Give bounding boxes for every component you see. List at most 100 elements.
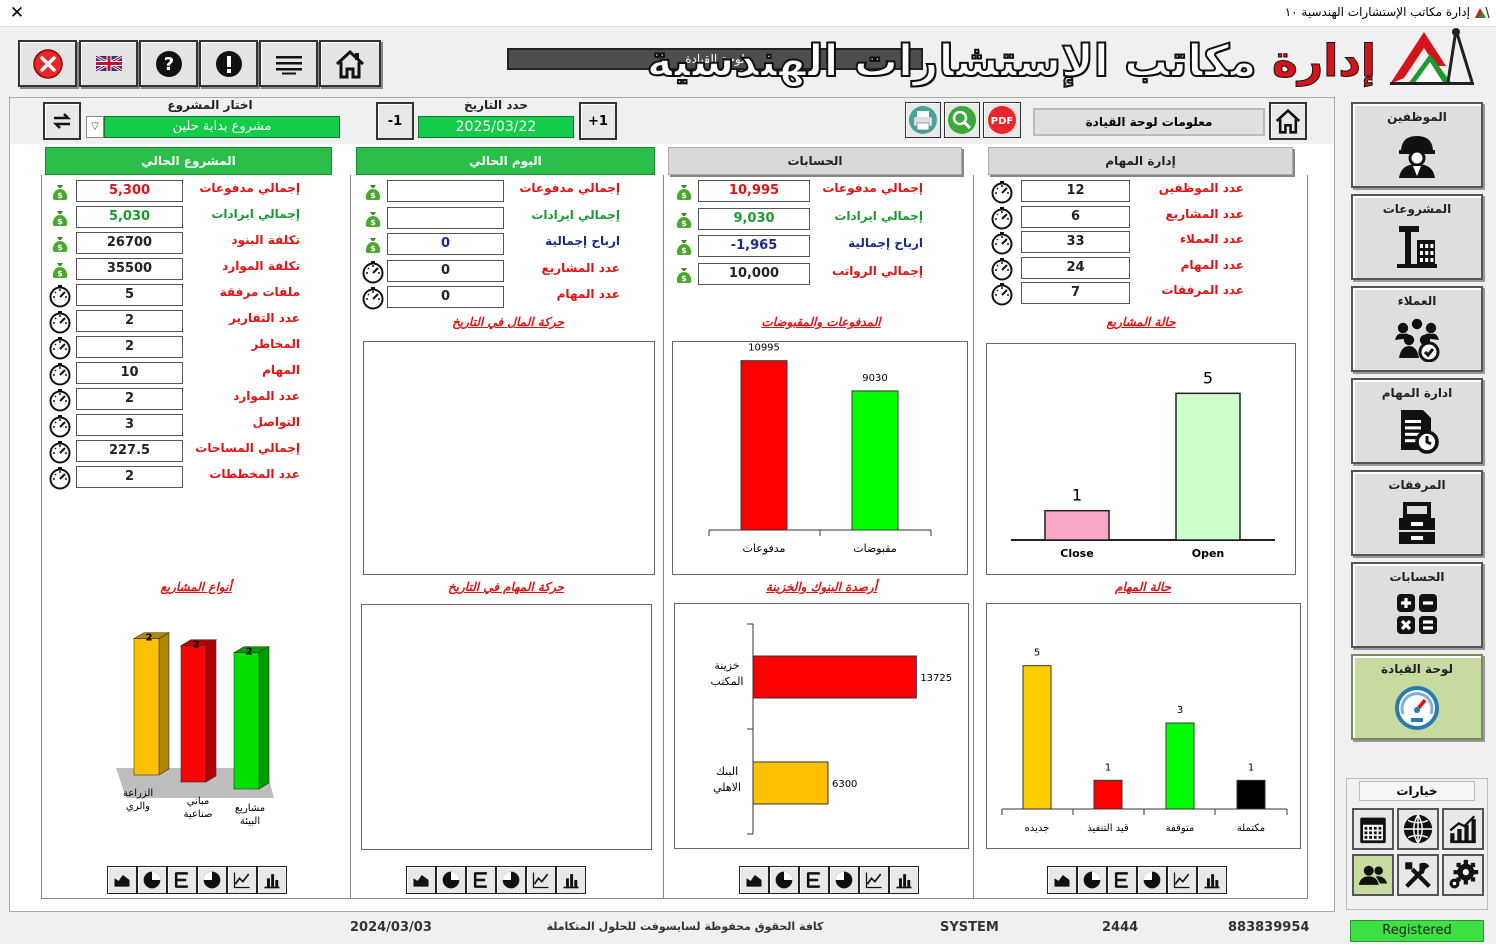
list-chart-button[interactable] (1107, 866, 1137, 894)
question-icon: ? (155, 50, 182, 77)
bar-chart-icon (563, 874, 579, 889)
pie-chart-button[interactable] (1077, 866, 1107, 894)
print-button[interactable] (905, 102, 941, 138)
project-select[interactable]: مشروع بداية حلين (104, 116, 340, 138)
nav-inbox-tray[interactable]: المرفقات (1351, 470, 1483, 556)
donut-chart-button[interactable] (197, 866, 227, 894)
metric-label: إجمالي الرواتب (831, 263, 923, 278)
date-field[interactable]: 2025/03/22 (418, 116, 574, 138)
printer-icon (909, 106, 937, 134)
bar-chart-icon (1204, 874, 1220, 889)
svg-text:$: $ (57, 191, 63, 200)
bar (752, 761, 829, 805)
pdf-button[interactable]: PDF (983, 102, 1021, 138)
area-chart-button[interactable] (739, 866, 769, 894)
nav-construction[interactable]: المشروعات (1351, 194, 1483, 280)
pie-chart-button[interactable] (137, 866, 167, 894)
nav-engineer[interactable]: الموظفين (1351, 102, 1483, 188)
metric-label: عدد الموظفين (1158, 181, 1244, 195)
donut-chart-button[interactable] (829, 866, 859, 894)
gauge-icon (49, 363, 71, 386)
current-project-header: المشروع الحالي (45, 147, 332, 175)
svg-text:$: $ (370, 218, 376, 227)
footer-code: 2444 (1102, 920, 1139, 935)
area-chart-icon (114, 875, 130, 887)
donut-chart-button[interactable] (496, 866, 526, 894)
chart-type-toolbar (406, 866, 586, 894)
area-chart-button[interactable] (406, 866, 436, 894)
gauge-icon (49, 389, 71, 412)
line-chart-button[interactable] (859, 866, 889, 894)
clients-icon (1393, 314, 1441, 363)
pie-chart-icon (442, 871, 460, 889)
app-logo-text: إدارة مكاتب الإستشارات الهندسية (646, 32, 1377, 94)
list-chart-button[interactable] (167, 866, 197, 894)
money-bag-icon: $ (361, 233, 385, 257)
date-minus-button[interactable]: -1 (376, 102, 414, 140)
bar (1022, 665, 1052, 810)
calendar-button[interactable] (1352, 808, 1394, 850)
bar-chart-button[interactable] (257, 866, 287, 894)
gauge-icon (362, 287, 384, 310)
area-chart-button[interactable] (107, 866, 137, 894)
line-chart-button[interactable] (227, 866, 257, 894)
gauge-icon (990, 231, 1014, 255)
svg-text:$: $ (57, 269, 63, 278)
bar-chart-button[interactable] (1197, 866, 1227, 894)
list-chart-button[interactable] (466, 866, 496, 894)
metric-value: 0 (387, 233, 504, 255)
nav-task-doc[interactable]: ادارة المهام (1351, 378, 1483, 464)
about-button[interactable] (199, 40, 258, 87)
line-chart-button[interactable] (526, 866, 556, 894)
metric-value: 26700 (76, 232, 183, 254)
tools-button[interactable] (1397, 854, 1439, 896)
app-logo-small-icon (1475, 6, 1490, 19)
nav-calculator[interactable]: الحسابات (1351, 562, 1483, 648)
svg-text:$: $ (57, 217, 63, 226)
list-chart-button[interactable] (799, 866, 829, 894)
area-chart-button[interactable] (1047, 866, 1077, 894)
gauge-icon (49, 441, 71, 464)
refresh-button[interactable] (43, 102, 81, 140)
calculator-icon (1393, 590, 1441, 638)
area-chart-icon (413, 875, 429, 887)
pdf-icon: PDF (988, 106, 1016, 134)
help-button[interactable]: ? (139, 40, 198, 87)
metric-label: عدد العملاء (1179, 232, 1244, 246)
bar-chart-button[interactable] (889, 866, 919, 894)
dashboard-home-button[interactable] (1269, 102, 1307, 140)
menu-button[interactable] (259, 40, 318, 87)
engineer-icon (1399, 136, 1435, 178)
search-button[interactable] (944, 102, 980, 138)
money-bag-icon: $ (672, 235, 696, 259)
pie-chart-icon (1083, 871, 1101, 889)
nav-clients[interactable]: العملاء (1351, 286, 1483, 372)
language-button[interactable] (79, 40, 138, 87)
tools-icon (1405, 862, 1431, 888)
window-close-icon[interactable]: ✕ (8, 3, 26, 23)
settings-button[interactable] (1442, 854, 1484, 896)
task-movement-chart (361, 604, 652, 850)
exit-button[interactable] (18, 40, 77, 87)
globe-button[interactable] (1397, 808, 1439, 850)
money-bag-icon: $ (365, 185, 381, 200)
pie-chart-button[interactable] (436, 866, 466, 894)
nav-speedometer[interactable]: لوحة القيادة (1351, 654, 1483, 740)
donut-chart-button[interactable] (1137, 866, 1167, 894)
date-plus-button[interactable]: +1 (579, 102, 617, 140)
metric-value: 5,300 (76, 180, 183, 202)
column-divider (663, 175, 664, 899)
project-types-title: أنواع المشاريع (160, 580, 232, 594)
gauge-icon (991, 206, 1013, 229)
line-chart-button[interactable] (1167, 866, 1197, 894)
chart-type-toolbar (1047, 866, 1227, 894)
inbox-tray-icon (1399, 502, 1435, 544)
home-button[interactable] (319, 40, 381, 87)
list-chart-icon (473, 872, 487, 888)
pie-chart-button[interactable] (769, 866, 799, 894)
list-chart-icon (1114, 872, 1128, 888)
growth-chart-button[interactable] (1442, 808, 1484, 850)
project-dropdown-arrow-icon[interactable]: ▽ (86, 116, 104, 138)
users-button[interactable] (1352, 854, 1394, 896)
bar-chart-button[interactable] (556, 866, 586, 894)
